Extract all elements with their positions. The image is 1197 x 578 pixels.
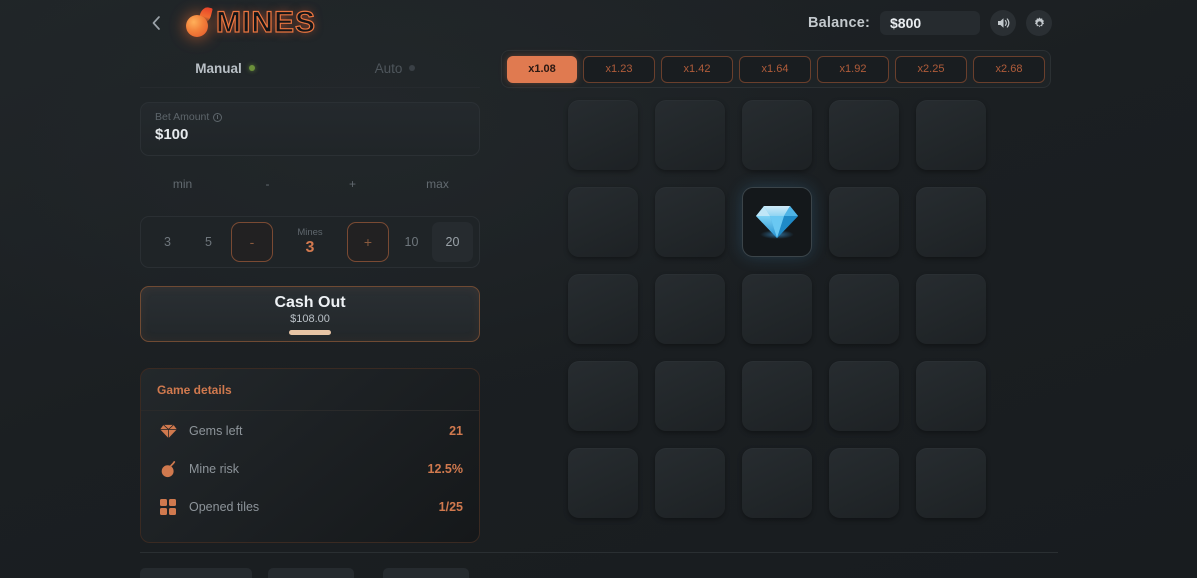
game-logo: MINES xyxy=(184,4,316,42)
grid-tile[interactable] xyxy=(829,448,899,518)
grid-tile[interactable] xyxy=(568,361,638,431)
grid-tile[interactable] xyxy=(742,100,812,170)
bet-min-button[interactable]: min xyxy=(140,170,225,198)
grid-tile[interactable] xyxy=(916,187,986,257)
tab-auto[interactable]: Auto xyxy=(310,48,480,88)
multiplier-x123[interactable]: x1.23 xyxy=(583,55,655,83)
detail-row-gems-left: Gems left 21 xyxy=(141,413,479,449)
grid-tile[interactable] xyxy=(568,100,638,170)
grid-tile[interactable] xyxy=(916,448,986,518)
mines-current-value: Mines 3 xyxy=(275,227,345,257)
mines-value: 3 xyxy=(305,239,315,256)
bottom-partial-element-1[interactable] xyxy=(140,568,252,578)
detail-value-mine-risk: 12.5% xyxy=(427,462,463,476)
gem-icon xyxy=(756,206,798,238)
detail-value-gems-left: 21 xyxy=(449,424,463,438)
mines-decrement-button[interactable]: - xyxy=(231,222,273,262)
multiplier-x164[interactable]: x1.64 xyxy=(739,55,811,83)
grid-tile[interactable] xyxy=(829,100,899,170)
mines-preset-3[interactable]: 3 xyxy=(147,235,188,249)
grid-tile[interactable] xyxy=(655,274,725,344)
balance-area: Balance: $800 xyxy=(808,10,1052,36)
mode-tabs: Manual Auto xyxy=(140,48,480,88)
control-panel: Manual Auto Bet Amount $100 min - + max … xyxy=(140,48,480,543)
tab-manual-status-dot xyxy=(248,65,255,71)
bet-increase-button[interactable]: + xyxy=(310,170,395,198)
bet-amount-field[interactable]: Bet Amount $100 xyxy=(140,102,480,156)
multiplier-x192[interactable]: x1.92 xyxy=(817,55,889,83)
mines-caption: Mines xyxy=(297,227,323,238)
tab-manual-label: Manual xyxy=(195,60,242,76)
grid-tile[interactable] xyxy=(916,100,986,170)
tiles-icon xyxy=(157,499,179,515)
mines-selector: 3 5 - Mines 3 + 10 20 xyxy=(140,216,480,268)
grid-tile[interactable] xyxy=(916,274,986,344)
grid-tile[interactable] xyxy=(742,361,812,431)
bet-max-button[interactable]: max xyxy=(395,170,480,198)
grid-tile[interactable] xyxy=(829,274,899,344)
detail-label-gems-left: Gems left xyxy=(189,424,243,438)
mines-preset-20[interactable]: 20 xyxy=(432,222,473,262)
game-details-title: Game details xyxy=(141,369,479,411)
tab-manual[interactable]: Manual xyxy=(140,48,310,88)
grid-tile[interactable] xyxy=(568,448,638,518)
gear-icon xyxy=(1032,16,1047,31)
multiplier-x142[interactable]: x1.42 xyxy=(661,55,733,83)
grid-tile[interactable] xyxy=(655,100,725,170)
bottom-partial-element-2[interactable] xyxy=(268,568,354,578)
grid-tile[interactable] xyxy=(568,274,638,344)
chevron-left-icon xyxy=(150,15,163,31)
bomb-logo-icon xyxy=(184,5,214,39)
cash-out-progress-bar xyxy=(289,329,331,335)
diamond-icon xyxy=(157,424,179,439)
grid-tile-revealed-gem[interactable] xyxy=(742,187,812,257)
bottom-divider xyxy=(140,552,1058,553)
grid-tile[interactable] xyxy=(742,448,812,518)
cash-out-amount: $108.00 xyxy=(290,312,330,325)
tab-auto-label: Auto xyxy=(374,60,403,76)
mines-preset-5[interactable]: 5 xyxy=(188,235,229,249)
mines-grid xyxy=(568,100,986,518)
info-icon[interactable] xyxy=(213,112,223,122)
balance-label: Balance: xyxy=(807,15,870,31)
back-button[interactable] xyxy=(143,10,169,36)
cash-out-title: Cash Out xyxy=(274,293,346,311)
mines-increment-button[interactable]: + xyxy=(347,222,389,262)
detail-label-opened-tiles: Opened tiles xyxy=(189,500,260,514)
detail-row-opened-tiles: Opened tiles 1/25 xyxy=(141,489,479,525)
tab-auto-status-dot xyxy=(409,65,416,71)
bomb-icon xyxy=(157,460,179,478)
grid-tile[interactable] xyxy=(655,448,725,518)
multiplier-bar: x1.08 x1.23 x1.42 x1.64 x1.92 x2.25 x2.68 xyxy=(501,50,1051,88)
bet-adjust-controls: min - + max xyxy=(140,170,480,198)
logo-text: MINES xyxy=(215,5,317,39)
grid-tile[interactable] xyxy=(742,274,812,344)
multiplier-x225[interactable]: x2.25 xyxy=(895,55,967,83)
grid-tile[interactable] xyxy=(655,187,725,257)
settings-button[interactable] xyxy=(1026,10,1052,36)
multiplier-x108[interactable]: x1.08 xyxy=(507,55,577,83)
grid-tile[interactable] xyxy=(568,187,638,257)
mines-game-app: MINES Balance: $800 Manual Auto Bet Amou… xyxy=(0,0,1197,578)
grid-tile[interactable] xyxy=(829,361,899,431)
app-header: MINES Balance: $800 xyxy=(0,0,1197,46)
bet-amount-label-text: Bet Amount xyxy=(155,111,210,123)
detail-label-mine-risk: Mine risk xyxy=(189,462,240,476)
cash-out-button[interactable]: Cash Out $108.00 xyxy=(140,286,480,342)
bet-amount-value: $100 xyxy=(155,126,189,143)
bottom-partial-element-3[interactable] xyxy=(383,568,469,578)
bet-decrease-button[interactable]: - xyxy=(225,170,310,198)
grid-tile[interactable] xyxy=(829,187,899,257)
detail-row-mine-risk: Mine risk 12.5% xyxy=(141,451,479,487)
grid-tile[interactable] xyxy=(655,361,725,431)
sound-button[interactable] xyxy=(990,10,1016,36)
game-details-panel: Game details Gems left 21 Mine risk 12.5… xyxy=(140,368,480,543)
mines-preset-10[interactable]: 10 xyxy=(391,235,432,249)
detail-value-opened-tiles: 1/25 xyxy=(438,500,463,514)
balance-value: $800 xyxy=(880,11,980,35)
grid-tile[interactable] xyxy=(916,361,986,431)
bet-amount-label: Bet Amount xyxy=(155,111,465,123)
speaker-icon xyxy=(996,16,1011,30)
multiplier-x268[interactable]: x2.68 xyxy=(973,55,1045,83)
